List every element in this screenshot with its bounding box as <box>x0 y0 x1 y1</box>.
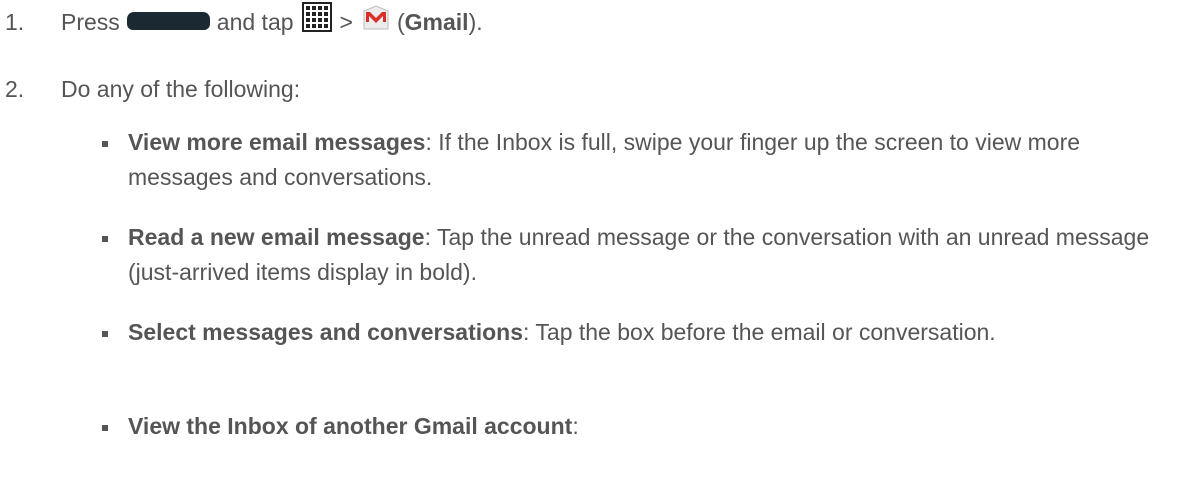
step-body: Press and tap > (Gmail). <box>61 2 483 37</box>
gmail-icon <box>361 2 391 32</box>
list-item-text: View more email messages: If the Inbox i… <box>128 125 1168 195</box>
step-text-press: Press <box>61 9 120 35</box>
bullet-icon <box>102 331 108 337</box>
step-separator: > <box>339 9 353 35</box>
instructions-page: 1. Press and tap > (Gmail). 2. Do any … <box>0 0 1193 498</box>
list-item-text: Read a new email message: Tap the unread… <box>128 220 1168 290</box>
list-item-description: : <box>572 413 579 439</box>
step-close-paren: ). <box>468 9 483 35</box>
list-item-title: View the Inbox of another Gmail account <box>128 413 573 439</box>
bullet-icon <box>102 236 108 242</box>
bullet-icon <box>102 141 108 147</box>
bullet-icon <box>102 425 108 431</box>
list-item-text: Select messages and conversations: Tap t… <box>128 315 1168 350</box>
step-number: 1. <box>5 9 25 35</box>
list-item-title: Select messages and conversations <box>128 319 524 345</box>
step-text-and-tap: and tap <box>216 9 294 35</box>
step-body: Do any of the following: <box>61 76 301 102</box>
list-item-text: View the Inbox of another Gmail account: <box>128 409 1168 444</box>
home-key-icon <box>126 12 210 30</box>
gmail-app-name: Gmail <box>404 9 469 35</box>
list-item-description: : Tap the box before the email or conver… <box>523 319 996 345</box>
list-item-title: View more email messages <box>128 129 426 155</box>
list-item-title: Read a new email message <box>128 224 425 250</box>
step-open-paren: ( <box>396 9 405 35</box>
apps-grid-icon <box>301 2 332 32</box>
step-number: 2. <box>5 76 25 102</box>
